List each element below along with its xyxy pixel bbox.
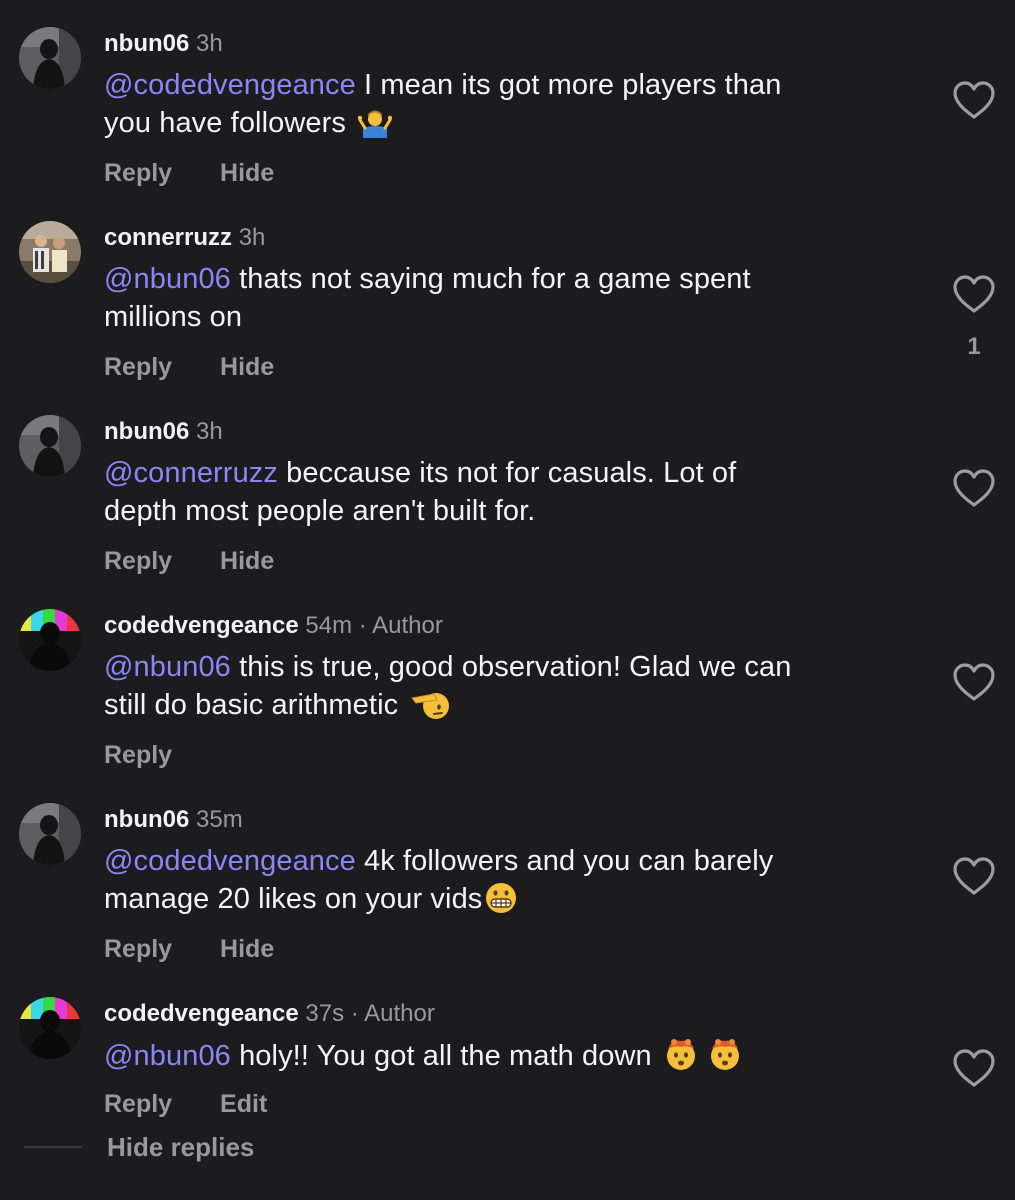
comment-actions: Reply (104, 740, 172, 770)
mention-link[interactable]: @codedvengeance (104, 845, 356, 877)
author-badge: Author (372, 612, 443, 639)
comment-text: @codedvengeance I mean its got more play… (104, 67, 924, 142)
username[interactable]: codedvengeance (104, 612, 299, 639)
heart-icon[interactable] (951, 855, 997, 897)
avatar[interactable] (19, 997, 81, 1059)
comment-text: @connerruzz beccause its not for casuals… (104, 455, 924, 530)
timestamp: 3h (196, 418, 223, 445)
timestamp: 35m (196, 806, 243, 833)
reply-button[interactable]: Reply (104, 934, 172, 964)
comment-text: @nbun06 thats not saying much for a game… (104, 261, 924, 336)
reply-button[interactable]: Reply (104, 740, 172, 770)
comment-header: nbun06 35m (104, 805, 243, 835)
mention-link[interactable]: @connerruzz (104, 457, 278, 489)
avatar[interactable] (19, 609, 81, 671)
heart-icon[interactable] (951, 1047, 997, 1089)
separator-dot: · (350, 1000, 359, 1027)
heart-icon[interactable] (951, 273, 997, 315)
avatar[interactable] (19, 221, 81, 283)
comment-text: @nbun06 this is true, good observation! … (104, 649, 924, 724)
comment-actions: Reply Hide (104, 352, 274, 382)
mention-link[interactable]: @nbun06 (104, 1040, 231, 1072)
comment-text-line: 4k followers and you can barely (355, 845, 774, 877)
comment-header: codedvengeance 54m · Author (104, 611, 443, 641)
mention-link[interactable]: @nbun06 (104, 263, 231, 295)
username[interactable]: nbun06 (104, 418, 189, 445)
grimacing-face-emoji (484, 882, 518, 914)
comment-text: @codedvengeance 4k followers and you can… (104, 843, 924, 918)
edit-button[interactable]: Edit (220, 1089, 267, 1119)
comment-header: nbun06 3h (104, 29, 223, 59)
comment-text: @nbun06 holy!! You got all the math down (104, 1037, 924, 1076)
comment-actions: Reply Hide (104, 158, 274, 188)
mention-link[interactable]: @codedvengeance (104, 69, 356, 101)
hide-button[interactable]: Hide (220, 934, 274, 964)
like-count: 1 (967, 333, 981, 360)
comment-text-line: beccause its not for casuals. Lot of (278, 457, 737, 489)
reply-button[interactable]: Reply (104, 158, 172, 188)
comment-text-line: depth most people aren't built for. (104, 494, 536, 527)
comment-text-line: thats not saying much for a game spent (230, 263, 751, 295)
username[interactable]: nbun06 (104, 30, 189, 57)
avatar[interactable] (19, 415, 81, 477)
comment-text-line: millions on (104, 300, 243, 333)
username[interactable]: connerruzz (104, 224, 232, 251)
hide-button[interactable]: Hide (220, 546, 274, 576)
username[interactable]: codedvengeance (104, 1000, 299, 1027)
separator-dot: · (358, 612, 367, 639)
reply-button[interactable]: Reply (104, 546, 172, 576)
avatar[interactable] (19, 27, 81, 89)
person-shrugging-emoji (358, 106, 393, 138)
comment-text-line: I mean its got more players than (355, 69, 782, 101)
reply-button[interactable]: Reply (104, 1089, 172, 1119)
timestamp: 37s (305, 1000, 345, 1027)
heart-icon[interactable] (951, 79, 997, 121)
hide-button[interactable]: Hide (220, 352, 274, 382)
comment-actions: Reply Hide (104, 546, 274, 576)
comment-header: codedvengeance 37s · Author (104, 999, 435, 1029)
comment-text-line: still do basic arithmetic (104, 688, 407, 721)
mention-link[interactable]: @nbun06 (104, 651, 231, 683)
timestamp: 3h (196, 30, 223, 57)
heart-icon[interactable] (951, 661, 997, 703)
comment-text-line: manage 20 likes on your vids (104, 882, 483, 915)
exploding-head-emoji (664, 1037, 744, 1071)
timestamp: 3h (238, 224, 266, 251)
timestamp: 54m (305, 612, 353, 639)
hide-button[interactable]: Hide (220, 158, 274, 188)
thread-divider (24, 1146, 82, 1148)
comment-actions: Reply Hide (104, 934, 274, 964)
comment-header: connerruzz 3h (104, 223, 265, 253)
comment-text-line: holy!! You got all the math down (230, 1040, 660, 1072)
comment-actions: Reply Edit (104, 1089, 267, 1119)
avatar[interactable] (19, 803, 81, 865)
comment-text-line: this is true, good observation! Glad we … (230, 651, 792, 683)
author-badge: Author (364, 1000, 435, 1027)
reply-button[interactable]: Reply (104, 352, 172, 382)
heart-icon[interactable] (951, 467, 997, 509)
comment-header: nbun06 3h (104, 417, 223, 447)
username[interactable]: nbun06 (104, 806, 189, 833)
saluting-face-emoji (410, 688, 450, 720)
hide-replies-button[interactable]: Hide replies (107, 1131, 254, 1163)
comment-text-line: you have followers (104, 106, 355, 139)
